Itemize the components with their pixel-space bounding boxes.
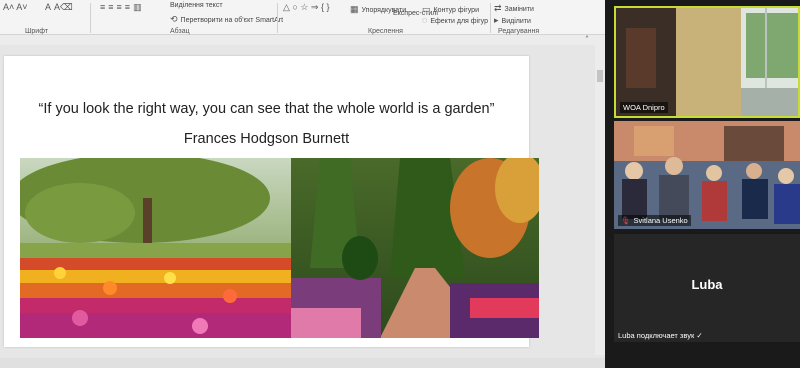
group-label-editing: Редагування: [498, 28, 540, 35]
status-bar: [0, 358, 607, 368]
garden-photo[interactable]: [20, 158, 539, 338]
arrange-icon: ▦: [350, 4, 359, 14]
slide-canvas[interactable]: “If you look the right way, you can see …: [4, 56, 539, 347]
shapes-gallery[interactable]: △ ○ ☆ ⇒ { }: [283, 2, 332, 13]
highlight-text-button[interactable]: Виділення текст: [170, 2, 223, 9]
video-tile-luba[interactable]: Luba Luba подключает звук ✓: [614, 234, 800, 342]
align-left-icon[interactable]: ≡: [100, 2, 105, 12]
muted-mic-icon: 🎙: [621, 216, 631, 225]
align-right-icon[interactable]: ≡: [117, 2, 122, 12]
vertical-scrollbar[interactable]: [595, 45, 605, 355]
shape-effects-button[interactable]: ◌ Ефекти для фігур: [422, 15, 488, 25]
font-size-icon: A˄ A˅: [3, 2, 28, 12]
slide-author[interactable]: Frances Hodgson Burnett: [4, 131, 529, 147]
justify-icon[interactable]: ≡: [125, 2, 130, 12]
group-label-font: Шрифт: [25, 28, 49, 35]
video-tile-woa-dnipro[interactable]: WOA Dnipro: [614, 6, 800, 118]
shapes-icon: △ ○ ☆ ⇒ { }: [283, 2, 330, 12]
participant-status-text: Luba подключает звук: [618, 331, 695, 340]
outline-icon: ▭: [422, 4, 431, 14]
participant-name-woa-dnipro: WOA Dnipro: [620, 102, 668, 113]
ribbon-separator: [90, 3, 91, 33]
group-label-drawing: Креслення: [368, 28, 403, 35]
participant-name-text: Svitlana Usenko: [633, 216, 688, 225]
participant-status-luba: Luba подключает звук ✓: [618, 331, 703, 340]
ribbon-separator: [277, 3, 278, 33]
replace-label: Замінити: [504, 6, 534, 13]
replace-icon: ⇄: [494, 3, 502, 13]
clear-format-icon[interactable]: A⌫: [54, 2, 73, 13]
smartart-button[interactable]: ⟲ Перетворити на об'єкт SmartArt: [170, 14, 283, 25]
paragraph-buttons: ≡ ≡ ≡ ≡ ▥: [100, 2, 145, 13]
font-size-box[interactable]: A˄ A˅: [3, 2, 31, 12]
zoom-gallery-panel: WOA Dnipro 🎙 Svitlana Usenko Luba Luba по…: [610, 0, 800, 368]
font-color-icon[interactable]: A: [45, 2, 51, 12]
highlight-text-label: Виділення текст: [170, 2, 223, 9]
text-format-row: A A⌫: [45, 2, 76, 13]
smartart-label: Перетворити на об'єкт SmartArt: [180, 17, 284, 24]
participant-name-svitlana-usenko: 🎙 Svitlana Usenko: [618, 215, 691, 226]
collapse-ribbon-icon[interactable]: ˄: [585, 35, 589, 44]
columns-icon[interactable]: ▥: [133, 2, 142, 13]
powerpoint-window: A˄ A˅ A A⌫ ≡ ≡ ≡ ≡ ▥ Виділення текст ⟲ Перетво…: [0, 0, 607, 368]
shape-outline-label: Контур фігури: [433, 7, 479, 14]
smartart-icon: ⟲: [170, 14, 178, 24]
video-tile-svitlana-usenko[interactable]: 🎙 Svitlana Usenko: [614, 121, 800, 229]
shape-effects-label: Ефекти для фігур: [430, 18, 488, 25]
select-button[interactable]: ▸ Виділити: [494, 15, 531, 26]
ribbon-separator: [490, 3, 491, 33]
replace-button[interactable]: ⇄ Замінити: [494, 3, 534, 14]
video-feed-image: [614, 121, 800, 229]
participant-name-luba: Luba: [691, 277, 723, 292]
ribbon: A˄ A˅ A A⌫ ≡ ≡ ≡ ≡ ▥ Виділення текст ⟲ Перетво…: [0, 0, 607, 35]
align-center-icon[interactable]: ≡: [108, 2, 113, 12]
effects-icon: ◌: [422, 15, 428, 25]
select-icon: ▸: [494, 15, 499, 25]
ribbon-collapse-bar: ˄: [0, 35, 607, 45]
slide-quote[interactable]: “If you look the right way, you can see …: [4, 101, 529, 117]
shape-outline-button[interactable]: ▭ Контур фігури: [422, 4, 479, 15]
group-label-paragraph: Абзац: [170, 28, 190, 35]
scrollbar-thumb[interactable]: [597, 70, 603, 82]
select-label: Виділити: [501, 18, 531, 25]
checkmark-icon: ✓: [696, 331, 703, 340]
